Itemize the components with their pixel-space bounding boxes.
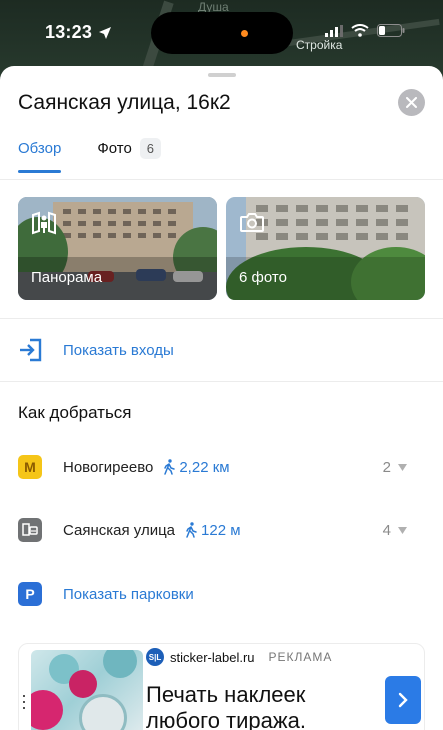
walking-icon: [164, 459, 176, 475]
close-icon: [406, 97, 417, 108]
tab-bar: Обзор Фото 6: [18, 138, 162, 173]
cellular-signal-icon: [325, 24, 343, 37]
ad-source: S|L sticker-label.ru РЕКЛАМА: [146, 648, 332, 666]
panorama-label: Панорама: [31, 269, 103, 286]
camera-icon: [239, 211, 265, 238]
panorama-card[interactable]: Панорама: [18, 197, 217, 300]
recording-dot: [241, 30, 248, 37]
status-bar: 13:23: [0, 0, 443, 62]
show-entrances-row[interactable]: Показать входы: [18, 337, 174, 363]
battery-icon: [377, 24, 405, 37]
ad-headline: Печать наклеек любого тиража.: [146, 682, 306, 730]
status-time: 13:23: [45, 22, 112, 43]
chevron-down-icon: [398, 463, 407, 471]
route-count[interactable]: 2: [383, 459, 407, 476]
sticker-graphic: [103, 650, 137, 678]
ad-domain: sticker-label.ru: [170, 649, 255, 665]
wifi-icon: [351, 24, 369, 37]
tab-photos[interactable]: Фото 6: [97, 138, 162, 171]
chevron-down-icon: [398, 526, 407, 534]
photo-count-badge: 6: [139, 138, 162, 159]
route-name: Новогиреево: [63, 458, 154, 476]
ad-label: РЕКЛАМА: [268, 650, 333, 664]
route-row-bus-stop[interactable]: Саянская улица 122 м 4: [18, 518, 425, 542]
advertiser-logo-icon: S|L: [146, 648, 164, 666]
place-title: Саянская улица, 16к2: [18, 91, 231, 114]
walking-icon: [186, 522, 197, 538]
clock-text: 13:23: [45, 22, 93, 42]
metro-icon: М: [18, 455, 42, 479]
photos-card[interactable]: 6 фото: [226, 197, 425, 300]
ad-banner[interactable]: · · · S|L sticker-label.ru РЕКЛАМА Печать …: [18, 643, 425, 730]
walk-distance: 122 м: [185, 522, 241, 539]
ad-open-button[interactable]: [385, 676, 421, 724]
location-arrow-icon: [99, 26, 112, 39]
photos-label: 6 фото: [239, 269, 287, 286]
ad-image: [31, 650, 143, 730]
status-icons: [325, 24, 405, 37]
how-to-get-title: Как добраться: [18, 403, 132, 422]
route-count[interactable]: 4: [383, 522, 407, 539]
tab-label: Фото: [97, 140, 132, 157]
divider: [0, 179, 443, 180]
bus-stop-icon: [18, 518, 42, 542]
walk-distance-text: 2,22 км: [179, 458, 230, 476]
more-options-icon[interactable]: · · ·: [19, 686, 29, 716]
show-parking-row[interactable]: P Показать парковки: [18, 582, 194, 606]
divider: [0, 381, 443, 382]
panorama-icon: [31, 211, 57, 240]
tab-label: Обзор: [18, 140, 62, 157]
close-button[interactable]: [398, 89, 425, 116]
route-name: Саянская улица: [63, 521, 176, 539]
route-count-text: 4: [382, 521, 391, 539]
walk-distance-text: 122 м: [201, 521, 241, 539]
place-card-sheet[interactable]: Саянская улица, 16к2 Обзор Фото 6 Панора…: [0, 66, 443, 730]
route-count-text: 2: [382, 458, 391, 476]
show-entrances-link: Показать входы: [63, 341, 174, 359]
parking-icon: P: [18, 582, 42, 606]
chevron-right-icon: [398, 692, 408, 708]
sticker-graphic: [79, 694, 127, 730]
show-parking-link: Показать парковки: [63, 585, 194, 603]
sticker-graphic: [31, 690, 63, 730]
tab-overview[interactable]: Обзор: [18, 138, 62, 173]
entrance-icon: [20, 338, 42, 362]
divider: [0, 318, 443, 319]
route-row-metro[interactable]: М Новогиреево 2,22 км 2: [18, 455, 425, 479]
sticker-graphic: [69, 670, 97, 698]
sheet-grabber[interactable]: [208, 73, 236, 77]
walk-distance: 2,22 км: [163, 458, 230, 476]
dynamic-island: [151, 12, 293, 54]
